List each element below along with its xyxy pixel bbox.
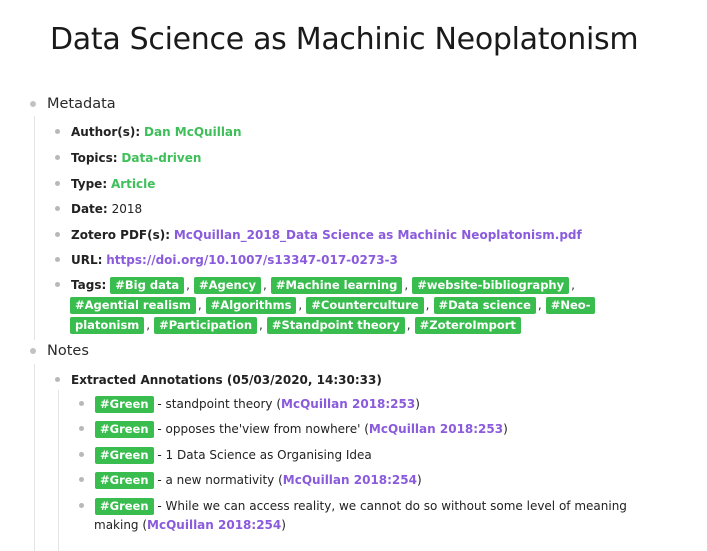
separator: , xyxy=(537,298,542,312)
tag-chip[interactable]: #Algorithms xyxy=(205,296,297,314)
citation-link[interactable]: McQuillan 2018:254 xyxy=(147,515,281,535)
tags-line-3: platonism, #Participation, #Standpoint t… xyxy=(70,315,521,335)
bullet[interactable] xyxy=(79,452,84,457)
annotation-close: ) xyxy=(503,422,508,436)
topics-key: Topics: xyxy=(71,151,118,165)
tag-chip[interactable]: #Counterculture xyxy=(306,296,424,314)
citation-link[interactable]: McQuillan 2018:253 xyxy=(281,394,415,414)
tag-chip[interactable]: #ZoteroImport xyxy=(414,316,521,334)
date-row[interactable]: Date: 2018 xyxy=(55,199,142,219)
tag-chip[interactable]: #Neo- xyxy=(545,296,596,314)
bullet[interactable] xyxy=(55,377,60,382)
date-value: 2018 xyxy=(111,202,143,216)
extracted-annotations-heading: Extracted Annotations (05/03/2020, 14:30… xyxy=(71,373,382,387)
bullet[interactable] xyxy=(79,477,84,482)
bullet[interactable] xyxy=(55,206,60,211)
separator: , xyxy=(197,298,202,312)
author-key: Author(s): xyxy=(71,125,141,139)
tag-chip[interactable]: #website-bibliography xyxy=(412,276,570,294)
annotation-text: making ( xyxy=(94,518,148,532)
tag-chip[interactable]: #Green xyxy=(95,420,154,438)
url-link[interactable]: https://doi.org/10.1007/s13347-017-0273-… xyxy=(106,253,398,267)
indent-guide xyxy=(34,364,35,551)
bullet[interactable] xyxy=(55,257,60,262)
separator: , xyxy=(571,278,575,292)
annotation-text: - standpoint theory ( xyxy=(153,397,282,411)
bullet[interactable] xyxy=(55,129,60,134)
author-row[interactable]: Author(s): Dan McQuillan xyxy=(55,122,242,142)
type-row[interactable]: Type: Article xyxy=(55,174,155,194)
tag-chip[interactable]: #Green xyxy=(95,471,154,489)
annotation-text: - While we can access reality, we cannot… xyxy=(153,499,627,513)
tags-line-2: #Agential realism, #Algorithms, #Counter… xyxy=(70,295,596,315)
topics-link[interactable]: Data-driven xyxy=(121,151,201,165)
bullet[interactable] xyxy=(55,282,60,287)
metadata-heading: Metadata xyxy=(47,96,116,112)
pdf-key: Zotero PDF(s): xyxy=(71,228,171,242)
annotation-close: ) xyxy=(415,397,420,411)
tag-chip[interactable]: #Standpoint theory xyxy=(266,316,405,334)
tag-chip[interactable]: #Big data xyxy=(110,276,185,294)
tags-row[interactable]: Tags: #Big data, #Agency, #Machine learn… xyxy=(55,275,579,295)
annotation-item[interactable]: #Green - opposes the'view from nowhere' … xyxy=(79,419,508,439)
separator: , xyxy=(298,298,303,312)
tag-chip[interactable]: platonism xyxy=(70,316,145,334)
tag-chip[interactable]: #Machine learning xyxy=(270,276,403,294)
topics-row[interactable]: Topics: Data-driven xyxy=(55,148,201,168)
bullet[interactable] xyxy=(30,348,36,354)
bullet[interactable] xyxy=(79,401,84,406)
citation-link[interactable]: McQuillan 2018:254 xyxy=(283,470,417,490)
annotation-continuation: making ( McQuillan 2018:254 ) xyxy=(94,515,286,535)
separator: , xyxy=(186,278,190,292)
annotation-item[interactable]: #Green - 1 Data Science as Organising Id… xyxy=(79,445,372,465)
citation-link[interactable]: McQuillan 2018:253 xyxy=(369,419,503,439)
author-link[interactable]: Dan McQuillan xyxy=(144,125,242,139)
bullet[interactable] xyxy=(55,155,60,160)
indent-guide xyxy=(34,116,35,340)
page-title: Data Science as Machinic Neoplatonism xyxy=(50,22,639,57)
separator: , xyxy=(404,278,409,292)
tag-chip[interactable]: #Green xyxy=(95,446,154,464)
bullet[interactable] xyxy=(79,426,84,431)
annotation-item[interactable]: #Green - a new normativity ( McQuillan 2… xyxy=(79,470,422,490)
separator: , xyxy=(259,318,263,332)
bullet[interactable] xyxy=(30,101,36,107)
type-link[interactable]: Article xyxy=(111,177,155,191)
annotation-text: - 1 Data Science as Organising Idea xyxy=(153,448,372,462)
annotation-close: ) xyxy=(416,473,422,487)
tag-chip[interactable]: #Green xyxy=(95,395,154,413)
notes-block[interactable]: Notes xyxy=(30,343,89,359)
date-key: Date: xyxy=(71,202,108,216)
separator: , xyxy=(406,318,411,332)
tag-chip[interactable]: #Agency xyxy=(193,276,262,294)
url-key: URL: xyxy=(71,253,103,267)
separator: , xyxy=(146,318,151,332)
indent-guide xyxy=(58,390,59,551)
separator: , xyxy=(425,298,430,312)
bullet[interactable] xyxy=(55,181,60,186)
notes-heading: Notes xyxy=(47,343,89,359)
metadata-block[interactable]: Metadata xyxy=(30,96,116,112)
annotation-close: ) xyxy=(281,518,286,532)
url-row[interactable]: URL: https://doi.org/10.1007/s13347-017-… xyxy=(55,250,398,270)
bullet[interactable] xyxy=(79,503,84,508)
tag-chip[interactable]: #Agential realism xyxy=(70,296,196,314)
annotation-item[interactable]: #Green - standpoint theory ( McQuillan 2… xyxy=(79,394,420,414)
annotation-item[interactable]: #Green - While we can access reality, we… xyxy=(79,496,627,516)
annotation-text: - a new normativity ( xyxy=(153,473,283,487)
pdf-row[interactable]: Zotero PDF(s): McQuillan_2018_Data Scien… xyxy=(55,225,582,245)
separator: , xyxy=(263,278,267,292)
tags-key: Tags: xyxy=(71,278,107,292)
extracted-annotations-row[interactable]: Extracted Annotations (05/03/2020, 14:30… xyxy=(55,370,382,390)
tag-chip[interactable]: #Participation xyxy=(154,316,258,334)
pdf-link[interactable]: McQuillan_2018_Data Science as Machinic … xyxy=(174,228,582,242)
tag-chip[interactable]: #Green xyxy=(95,497,154,515)
tag-chip[interactable]: #Data science xyxy=(433,296,536,314)
type-key: Type: xyxy=(71,177,108,191)
bullet[interactable] xyxy=(55,232,60,237)
annotation-text: - opposes the'view from nowhere' ( xyxy=(153,422,369,436)
